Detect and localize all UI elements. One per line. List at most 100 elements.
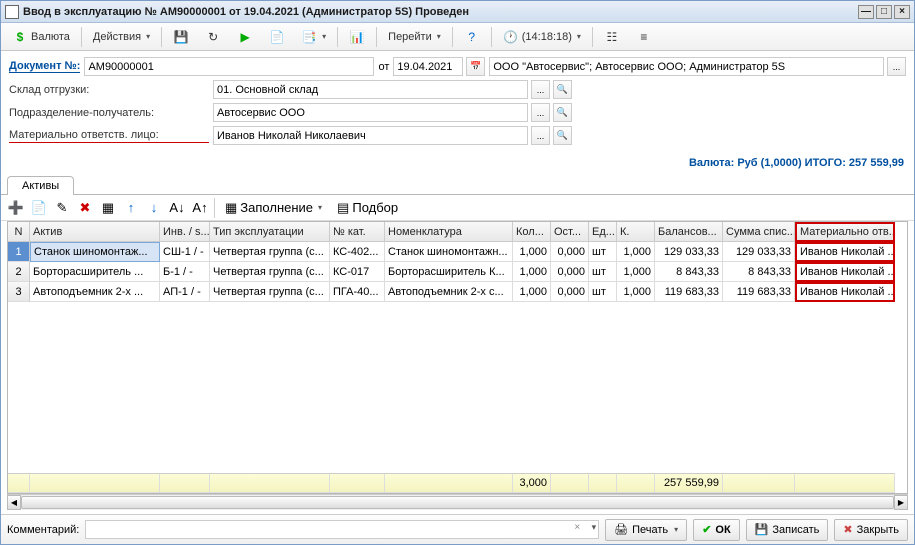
cell[interactable]: Иванов Николай ...	[795, 262, 895, 282]
col-nom[interactable]: Номенклатура	[385, 222, 513, 242]
cell[interactable]: 1	[8, 242, 30, 262]
move-down-button[interactable]: ↓	[143, 197, 165, 219]
close-window-button[interactable]: ×	[894, 5, 910, 19]
cell[interactable]: 0,000	[551, 262, 589, 282]
actions-menu[interactable]: Действия	[86, 26, 157, 48]
close-button[interactable]: ✖Закрыть	[834, 519, 908, 541]
cell[interactable]: 1,000	[617, 262, 655, 282]
col-ost[interactable]: Ост...	[551, 222, 589, 242]
maximize-button[interactable]: □	[876, 5, 892, 19]
scroll-left-button[interactable]: ◀	[7, 495, 21, 510]
cell[interactable]: 2	[8, 262, 30, 282]
cell[interactable]: Борторасширитель К...	[385, 262, 513, 282]
org-input[interactable]: ООО "Автосервис"; Автосервис ООО; Админи…	[489, 57, 884, 76]
delete-row-button[interactable]: ✖	[74, 197, 96, 219]
cell[interactable]: 1,000	[617, 282, 655, 302]
warehouse-select-button[interactable]: ...	[531, 80, 550, 99]
cell[interactable]: 1,000	[513, 242, 551, 262]
scroll-thumb[interactable]	[21, 496, 894, 509]
sort-desc-button[interactable]: A↑	[189, 197, 211, 219]
date-input[interactable]: 19.04.2021	[393, 57, 463, 76]
cell[interactable]: Четвертая группа (с...	[210, 242, 330, 262]
help-button[interactable]: ?	[457, 26, 487, 48]
cell[interactable]: Четвертая группа (с...	[210, 282, 330, 302]
tb-basedon-icon[interactable]: 📑	[294, 26, 333, 48]
resp-input[interactable]: Иванов Николай Николаевич	[213, 126, 528, 145]
cell[interactable]: Б-1 / -	[160, 262, 210, 282]
currency-button[interactable]: $Валюта	[5, 26, 77, 48]
tb-post-icon[interactable]: ▶	[230, 26, 260, 48]
col-asset[interactable]: Актив	[30, 222, 160, 242]
col-kat[interactable]: № кат.	[330, 222, 385, 242]
cell[interactable]: 129 033,33	[655, 242, 723, 262]
cell[interactable]: Автоподъемник 2-х ...	[30, 282, 160, 302]
cell[interactable]: Иванов Николай ...	[795, 282, 895, 302]
cell[interactable]: шт	[589, 282, 617, 302]
col-k[interactable]: К.	[617, 222, 655, 242]
col-mat[interactable]: Материально отв...	[795, 222, 895, 242]
col-n[interactable]: N	[8, 222, 30, 242]
table-row[interactable]: 2Борторасширитель ...Б-1 / -Четвертая гр…	[8, 262, 907, 282]
cell[interactable]: Автоподъемник 2-х с...	[385, 282, 513, 302]
cell[interactable]: 3	[8, 282, 30, 302]
table-row[interactable]: 3Автоподъемник 2-х ...АП-1 / -Четвертая …	[8, 282, 907, 302]
save-button[interactable]: 💾Записать	[746, 519, 829, 541]
tab-assets[interactable]: Активы	[7, 176, 74, 195]
cell[interactable]: АП-1 / -	[160, 282, 210, 302]
warehouse-input[interactable]: 01. Основной склад	[213, 80, 528, 99]
docnum-input[interactable]: АМ90000001	[84, 57, 374, 76]
cell[interactable]: 0,000	[551, 242, 589, 262]
grid-hscrollbar[interactable]: ◀ ▶	[7, 494, 908, 510]
cell[interactable]: Станок шиномонтажн...	[385, 242, 513, 262]
cell[interactable]: шт	[589, 242, 617, 262]
comment-clear-button[interactable]: ×	[574, 522, 580, 533]
cell[interactable]: Станок шиномонтаж...	[30, 242, 160, 262]
cell[interactable]: 1,000	[513, 262, 551, 282]
print-button[interactable]: 🖨Печать	[605, 519, 687, 541]
cell[interactable]: 129 033,33	[723, 242, 795, 262]
cell[interactable]: КС-402...	[330, 242, 385, 262]
scroll-right-button[interactable]: ▶	[894, 495, 908, 510]
col-type[interactable]: Тип эксплуатации	[210, 222, 330, 242]
cell[interactable]: 1,000	[513, 282, 551, 302]
resp-open-button[interactable]: 🔍	[553, 126, 572, 145]
tb-struct-icon[interactable]: ☷	[597, 26, 627, 48]
col-qty[interactable]: Кол...	[513, 222, 551, 242]
col-inv[interactable]: Инв. / s...	[160, 222, 210, 242]
cell[interactable]: СШ-1 / -	[160, 242, 210, 262]
ok-button[interactable]: ✔ОК	[693, 519, 740, 541]
goto-menu[interactable]: Перейти	[381, 26, 448, 48]
cell[interactable]: 0,000	[551, 282, 589, 302]
comment-input[interactable]: × ▾	[85, 520, 599, 539]
col-ed[interactable]: Ед...	[589, 222, 617, 242]
tb-copy-icon[interactable]: 📄	[262, 26, 292, 48]
minimize-button[interactable]: —	[858, 5, 874, 19]
cell[interactable]: КС-017	[330, 262, 385, 282]
sort-asc-button[interactable]: A↓	[166, 197, 188, 219]
cell[interactable]: 119 683,33	[723, 282, 795, 302]
tb-refresh-icon[interactable]: ↻	[198, 26, 228, 48]
settings-button[interactable]: ▦	[97, 197, 119, 219]
dept-open-button[interactable]: 🔍	[553, 103, 572, 122]
cell[interactable]: Иванов Николай ...	[795, 242, 895, 262]
table-row[interactable]: 1Станок шиномонтаж...СШ-1 / -Четвертая г…	[8, 242, 907, 262]
tb-save-icon[interactable]: 💾	[166, 26, 196, 48]
copy-row-button[interactable]: 📄	[28, 197, 50, 219]
comment-dropdown-button[interactable]: ▾	[592, 522, 597, 533]
tb-report-icon[interactable]: 📊	[342, 26, 372, 48]
pick-button[interactable]: ▤Подбор	[330, 197, 405, 219]
cell[interactable]: ПГА-40...	[330, 282, 385, 302]
col-sum[interactable]: Сумма спис...	[723, 222, 795, 242]
cell[interactable]: Борторасширитель ...	[30, 262, 160, 282]
add-row-button[interactable]: ➕	[5, 197, 27, 219]
col-bal[interactable]: Балансов...	[655, 222, 723, 242]
cell[interactable]: шт	[589, 262, 617, 282]
move-up-button[interactable]: ↑	[120, 197, 142, 219]
resp-select-button[interactable]: ...	[531, 126, 550, 145]
cell[interactable]: 119 683,33	[655, 282, 723, 302]
date-picker-button[interactable]: 📅	[466, 57, 485, 76]
fill-menu[interactable]: ▦Заполнение	[218, 197, 329, 219]
dept-input[interactable]: Автосервис ООО	[213, 103, 528, 122]
cell[interactable]: 8 843,33	[723, 262, 795, 282]
warehouse-open-button[interactable]: 🔍	[553, 80, 572, 99]
